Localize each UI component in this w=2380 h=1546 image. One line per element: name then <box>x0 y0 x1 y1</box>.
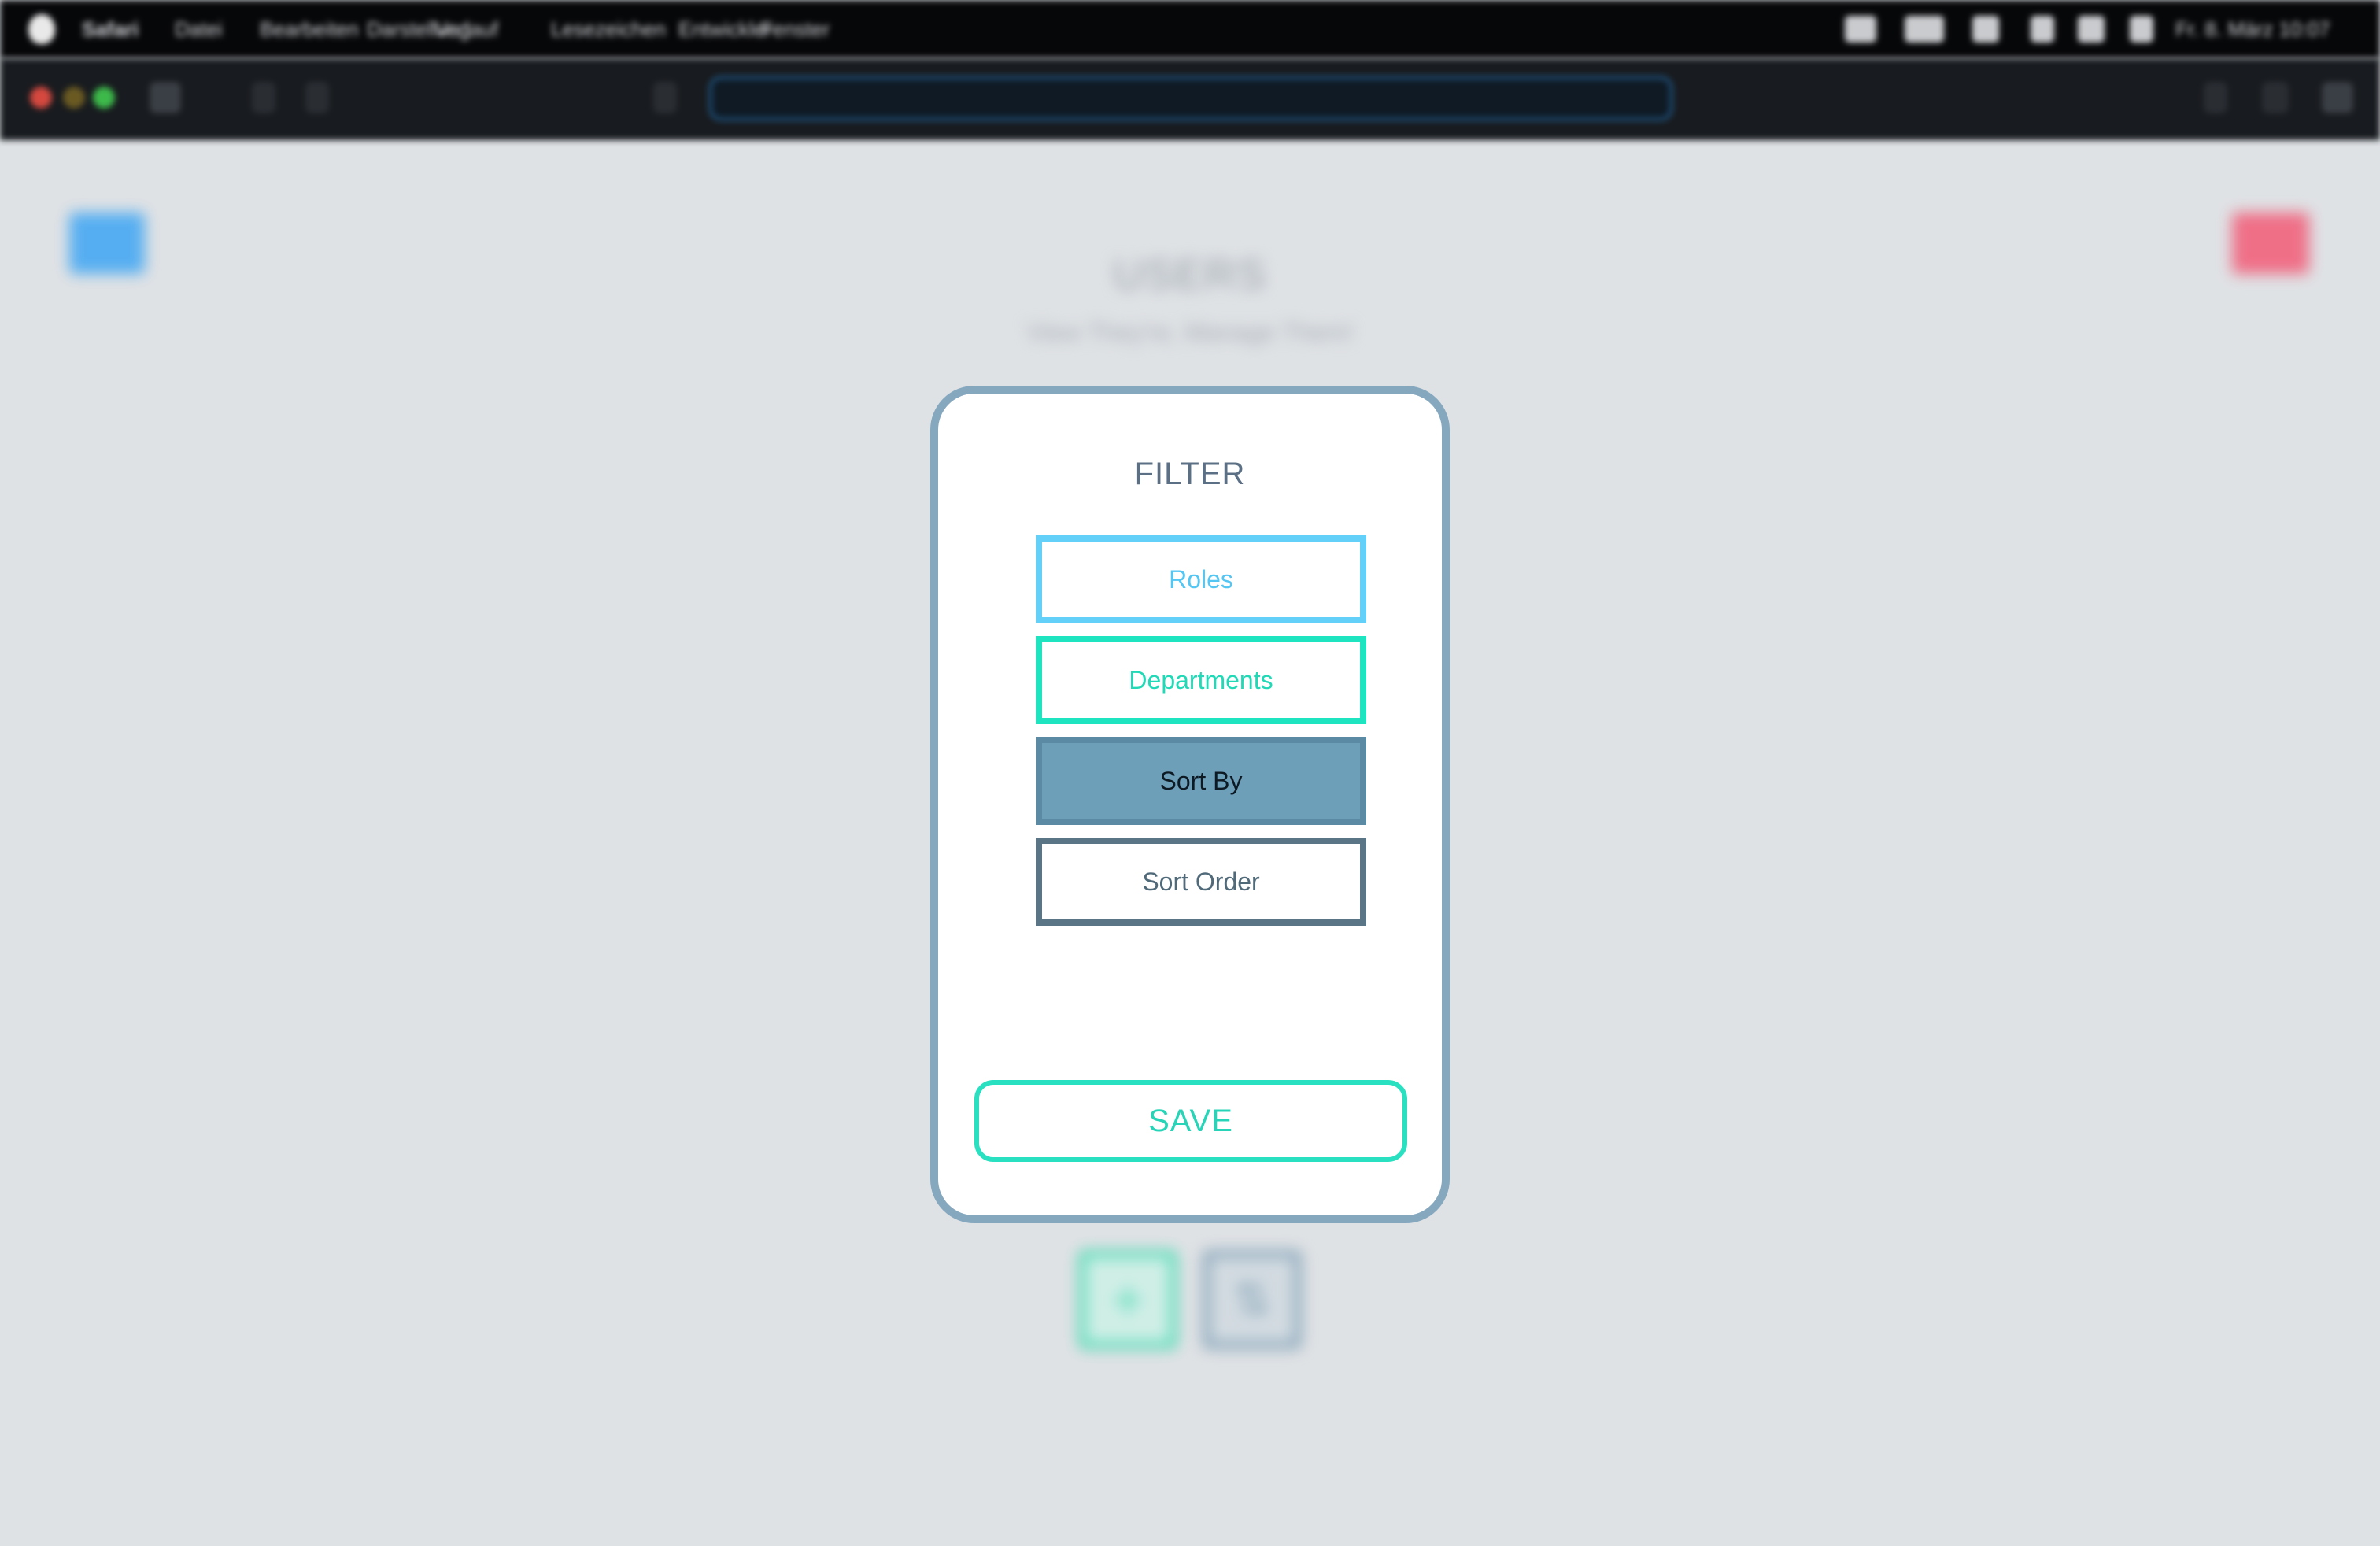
sort-by-button[interactable]: Sort By <box>1036 737 1366 825</box>
status-app-icon[interactable] <box>1845 16 1876 43</box>
menu-item-window[interactable]: Fenster <box>760 17 830 42</box>
open-filter-button[interactable]: ⇅ <box>1203 1250 1302 1349</box>
new-tab-icon[interactable] <box>2262 82 2289 113</box>
sort-by-button-label: Sort By <box>1159 766 1243 795</box>
roles-button-label: Roles <box>1169 564 1233 594</box>
menu-item-file[interactable]: Datei <box>175 17 223 42</box>
modal-title: FILTER <box>1134 457 1246 491</box>
browser-toolbar <box>0 58 2380 140</box>
filter-modal: FILTER Roles Departments Sort By Sort Or… <box>930 386 1450 1223</box>
roles-button[interactable]: Roles <box>1036 535 1366 623</box>
menu-item-app[interactable]: Safari <box>82 17 139 42</box>
save-button-label: SAVE <box>1148 1103 1233 1138</box>
back-icon[interactable] <box>252 82 275 113</box>
close-window-button[interactable] <box>30 87 52 109</box>
plus-icon: + <box>1111 1269 1144 1330</box>
address-bar[interactable] <box>708 76 1673 121</box>
save-button[interactable]: SAVE <box>974 1080 1407 1162</box>
zoom-window-button[interactable] <box>93 87 115 109</box>
add-user-button[interactable]: + <box>1078 1250 1177 1349</box>
wifi-icon[interactable] <box>1972 16 1999 43</box>
apple-logo-icon[interactable] <box>28 14 55 44</box>
minimize-window-button[interactable] <box>63 87 85 109</box>
sort-order-button-label: Sort Order <box>1142 867 1260 896</box>
battery-icon[interactable] <box>1905 16 1944 43</box>
menu-bar: Safari Datei Bearbeiten Darstellung Verl… <box>0 0 2380 58</box>
control-center-icon[interactable] <box>2078 16 2105 43</box>
clock[interactable]: Fr. 8. März 10:07 <box>2175 17 2330 42</box>
siri-icon[interactable] <box>2130 16 2153 43</box>
privacy-shield-icon[interactable] <box>653 82 677 113</box>
page-title: USERS <box>1112 251 1268 298</box>
share-icon[interactable] <box>2204 82 2227 113</box>
sidebar-toggle-icon[interactable] <box>150 82 181 113</box>
departments-button[interactable]: Departments <box>1036 636 1366 724</box>
departments-button-label: Departments <box>1129 665 1273 694</box>
menu-item-edit[interactable]: Bearbeiten <box>260 17 359 42</box>
menu-item-developer[interactable]: Entwickler <box>678 17 771 42</box>
menu-item-bookmarks[interactable]: Lesezeichen <box>551 17 666 42</box>
forward-icon[interactable] <box>305 82 329 113</box>
page-subtitle: View They're, Manage Them! <box>1026 318 1354 346</box>
sort-order-button[interactable]: Sort Order <box>1036 838 1366 926</box>
search-icon[interactable] <box>2031 16 2054 43</box>
menu-item-history[interactable]: Verlauf <box>434 17 498 42</box>
tab-overview-icon[interactable] <box>2322 82 2353 113</box>
sort-icon: ⇅ <box>1232 1274 1272 1326</box>
